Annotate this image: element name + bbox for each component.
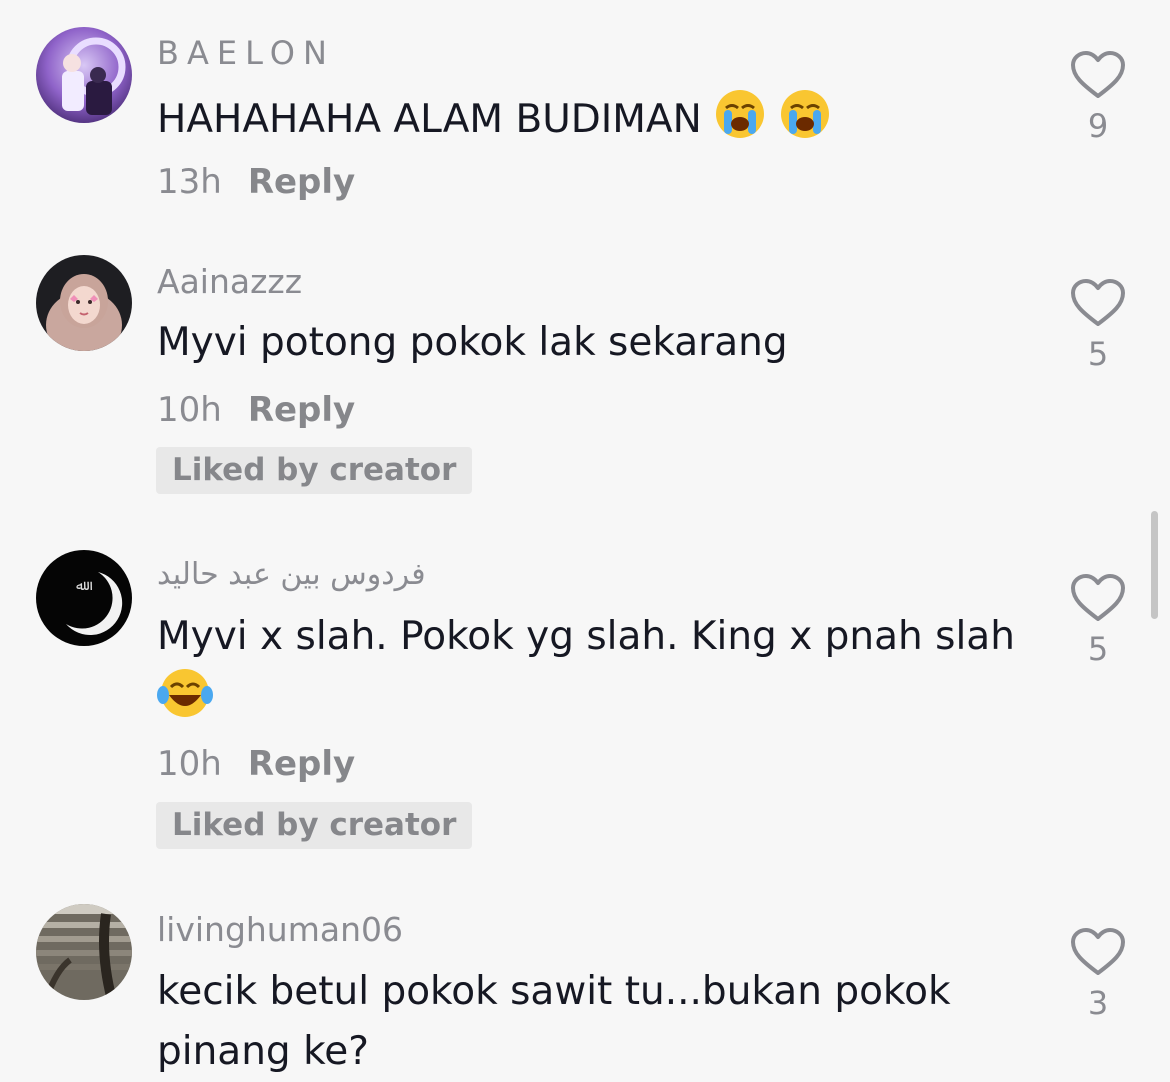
comment-meta: 10h Reply (157, 744, 355, 784)
comment-timestamp: 10h (157, 390, 222, 430)
avatar[interactable] (36, 27, 132, 123)
avatar[interactable] (36, 904, 132, 1000)
comment-body: Myvi x slah. Pokok yg slah. King x pnah … (157, 614, 1015, 659)
like-count: 3 (1087, 984, 1109, 1022)
like-button[interactable]: 3 (1066, 927, 1130, 1021)
avatar[interactable] (36, 255, 132, 351)
reply-button[interactable]: Reply (248, 390, 355, 430)
like-button[interactable]: 5 (1066, 278, 1130, 372)
like-count: 5 (1087, 630, 1109, 668)
liked-by-creator-badge: Liked by creator (156, 447, 473, 494)
like-count: 5 (1087, 335, 1109, 373)
liked-by-creator-badge: Liked by creator (156, 802, 473, 849)
scrollbar[interactable] (1151, 511, 1158, 619)
reply-button[interactable]: Reply (248, 744, 355, 784)
comment-timestamp: 10h (157, 744, 222, 784)
comment-text: Myvi potong pokok lak sekarang (157, 320, 788, 365)
comment-username[interactable]: Aainazzz (157, 262, 302, 301)
heart-outline-icon (1071, 574, 1125, 621)
avatar[interactable]: ﷲ (36, 550, 132, 646)
comment-username[interactable]: livinghuman06 (157, 910, 403, 949)
heart-outline-icon (1071, 279, 1125, 326)
comment-text: Myvi x slah. Pokok yg slah. King x pnah … (157, 607, 1037, 737)
comment-timestamp: 13h (157, 162, 222, 202)
heart-outline-icon (1071, 928, 1125, 975)
like-button[interactable]: 9 (1066, 50, 1130, 144)
comment-meta: 13h Reply (157, 162, 355, 202)
loudly-crying-face-emoji-icon (779, 88, 831, 158)
comment-text: kecik betul pokok sawit tu...bukan pokok… (157, 969, 951, 1074)
face-with-tears-of-joy-emoji-icon (157, 667, 213, 737)
like-count: 9 (1087, 107, 1109, 145)
heart-outline-icon (1071, 51, 1125, 98)
comment-meta: 10h Reply (157, 390, 355, 430)
comment-text: HAHAHAHA ALAM BUDIMAN (157, 88, 1037, 158)
reply-button[interactable]: Reply (248, 162, 355, 202)
comment-username[interactable]: BAELON (157, 34, 335, 72)
comment-username[interactable]: فردوس بين عبد حاليد (157, 557, 426, 592)
comment-body: HAHAHAHA ALAM BUDIMAN (157, 97, 702, 142)
like-button[interactable]: 5 (1066, 573, 1130, 667)
loudly-crying-face-emoji-icon (714, 88, 766, 158)
